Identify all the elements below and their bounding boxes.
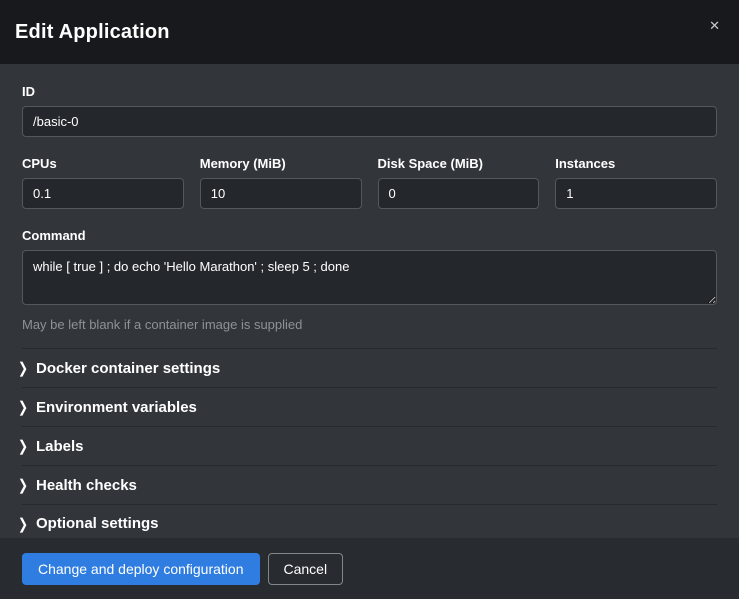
id-label: ID — [22, 84, 717, 99]
section-label: Docker container settings — [36, 360, 220, 377]
disk-space-label: Disk Space (MiB) — [378, 156, 540, 171]
memory-label: Memory (MiB) — [200, 156, 362, 171]
instances-label: Instances — [555, 156, 717, 171]
id-input[interactable] — [22, 106, 717, 137]
section-labels[interactable]: ❯ Labels — [22, 426, 717, 465]
instances-field-group: Instances — [555, 156, 717, 209]
close-icon[interactable]: ✕ — [705, 15, 724, 36]
section-health-checks[interactable]: ❯ Health checks — [22, 465, 717, 504]
command-textarea[interactable]: while [ true ] ; do echo 'Hello Marathon… — [22, 250, 717, 305]
chevron-right-icon: ❯ — [18, 515, 36, 533]
instances-input[interactable] — [555, 178, 717, 209]
cancel-button[interactable]: Cancel — [268, 553, 344, 585]
chevron-right-icon: ❯ — [18, 398, 36, 416]
edit-application-modal: Edit Application ✕ ID CPUs Memory (MiB) … — [0, 0, 739, 599]
cpus-field-group: CPUs — [22, 156, 184, 209]
resources-row: CPUs Memory (MiB) Disk Space (MiB) Insta… — [22, 156, 717, 209]
accordion-sections: ❯ Docker container settings ❯ Environmen… — [22, 348, 717, 538]
section-environment-variables[interactable]: ❯ Environment variables — [22, 387, 717, 426]
modal-body: ID CPUs Memory (MiB) Disk Space (MiB) In… — [0, 64, 739, 538]
modal-header: Edit Application ✕ — [0, 0, 739, 64]
id-field-group: ID — [22, 84, 717, 137]
chevron-right-icon: ❯ — [18, 476, 36, 494]
disk-space-input[interactable] — [378, 178, 540, 209]
section-docker-container-settings[interactable]: ❯ Docker container settings — [22, 348, 717, 387]
section-label: Optional settings — [36, 515, 159, 532]
cpus-input[interactable] — [22, 178, 184, 209]
command-help-text: May be left blank if a container image i… — [22, 317, 717, 332]
command-field-group: Command while [ true ] ; do echo 'Hello … — [22, 228, 717, 332]
modal-footer: Change and deploy configuration Cancel — [0, 538, 739, 599]
change-and-deploy-button[interactable]: Change and deploy configuration — [22, 553, 260, 585]
section-label: Labels — [36, 438, 84, 455]
chevron-right-icon: ❯ — [18, 359, 36, 377]
disk-field-group: Disk Space (MiB) — [378, 156, 540, 209]
memory-input[interactable] — [200, 178, 362, 209]
section-label: Health checks — [36, 477, 137, 494]
command-label: Command — [22, 228, 717, 243]
chevron-right-icon: ❯ — [18, 437, 36, 455]
modal-title: Edit Application — [15, 21, 170, 44]
section-label: Environment variables — [36, 399, 197, 416]
memory-field-group: Memory (MiB) — [200, 156, 362, 209]
cpus-label: CPUs — [22, 156, 184, 171]
section-optional-settings[interactable]: ❯ Optional settings — [22, 504, 717, 538]
